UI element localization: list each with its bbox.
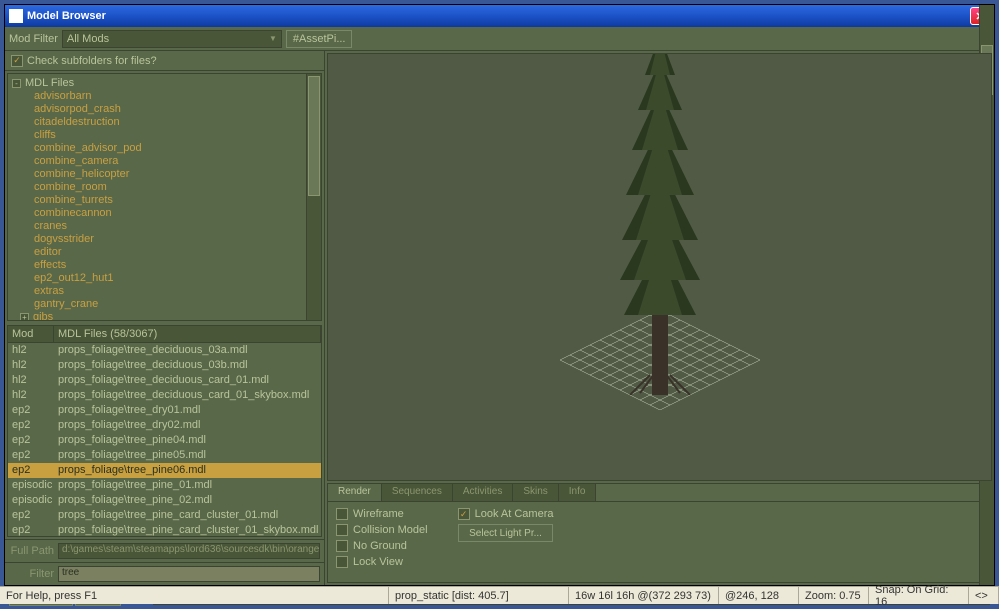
status-prop: prop_static [dist: 405.7] <box>389 587 569 604</box>
list-header-mod[interactable]: Mod <box>8 326 54 342</box>
tree-item[interactable]: citadeldestruction <box>12 116 317 129</box>
list-row[interactable]: episodicprops_foliage\tree_pine_01.mdl <box>8 478 321 493</box>
tree-item[interactable]: editor <box>12 246 317 259</box>
asset-picker-button[interactable]: #AssetPi... <box>286 30 353 48</box>
tree-item[interactable]: advisorbarn <box>12 90 317 103</box>
checkbox-icon[interactable]: ✓ <box>458 508 470 520</box>
statusbar: For Help, press F1 prop_static [dist: 40… <box>0 586 999 604</box>
list-row[interactable]: hl2props_foliage\tree_deciduous_03a.mdl <box>8 343 321 358</box>
render-option[interactable]: Lock View <box>336 556 428 568</box>
mod-filter-dropdown[interactable]: All Mods <box>62 30 282 48</box>
window-title: Model Browser <box>27 10 970 22</box>
tree-item[interactable]: advisorpod_crash <box>12 103 317 116</box>
toolbar: Mod Filter All Mods #AssetPi... <box>5 27 994 51</box>
left-panel: ✓ Check subfolders for files? - MDL File… <box>5 51 325 585</box>
tree-item[interactable]: combine_camera <box>12 155 317 168</box>
app-icon <box>9 9 23 23</box>
render-option[interactable]: No Ground <box>336 540 428 552</box>
full-path-input[interactable]: d:\games\steam\steamapps\lord636\sources… <box>58 543 320 559</box>
tab-sequences[interactable]: Sequences <box>382 484 453 501</box>
tab-info[interactable]: Info <box>559 484 597 501</box>
tree-root[interactable]: - MDL Files <box>12 76 317 90</box>
status-zoom: Zoom: 0.75 <box>799 587 869 604</box>
model-viewport[interactable] <box>327 53 992 481</box>
tree-item[interactable]: ep2_out12_hut1 <box>12 272 317 285</box>
tree-item[interactable]: combinecannon <box>12 207 317 220</box>
list-row[interactable]: ep2props_foliage\tree_pine06.mdl <box>8 463 321 478</box>
model-preview <box>590 53 730 395</box>
status-help: For Help, press F1 <box>0 587 389 604</box>
checkbox-icon[interactable] <box>336 556 348 568</box>
status-dims: 16w 16l 16h @(372 293 73) <box>569 587 719 604</box>
list-row[interactable]: hl2props_foliage\tree_deciduous_card_01_… <box>8 388 321 403</box>
checkbox-icon[interactable] <box>336 508 348 520</box>
tree-item[interactable]: combine_advisor_pod <box>12 142 317 155</box>
render-option[interactable]: ✓Look At Camera <box>458 508 554 520</box>
list-header: Mod MDL Files (58/3067) <box>8 326 321 343</box>
render-option[interactable]: Wireframe <box>336 508 428 520</box>
tree-item[interactable]: combine_turrets <box>12 194 317 207</box>
tree-item[interactable]: effects <box>12 259 317 272</box>
select-light-button[interactable]: Select Light Pr... <box>458 524 554 542</box>
status-cursor: @246, 128 <box>719 587 799 604</box>
check-subfolders-label: Check subfolders for files? <box>27 55 157 67</box>
list-row[interactable]: ep2props_foliage\tree_pine04.mdl <box>8 433 321 448</box>
filter-row: Filter tree <box>5 562 324 585</box>
list-row[interactable]: ep2props_foliage\tree_pine05.mdl <box>8 448 321 463</box>
tree-item[interactable]: cliffs <box>12 129 317 142</box>
tab-render[interactable]: Render <box>328 484 382 501</box>
tree-item[interactable]: dogvsstrider <box>12 233 317 246</box>
list-header-files[interactable]: MDL Files (58/3067) <box>54 326 321 342</box>
tree-item[interactable]: combine_room <box>12 181 317 194</box>
render-tabs: RenderSequencesActivitiesSkinsInfo <box>328 484 991 502</box>
filter-input[interactable]: tree <box>58 566 320 582</box>
list-row[interactable]: ep2props_foliage\tree_pine_card_cluster_… <box>8 523 321 537</box>
list-row[interactable]: ep2props_foliage\tree_dry01.mdl <box>8 403 321 418</box>
tree-scrollbar[interactable] <box>306 74 321 320</box>
mod-filter-label: Mod Filter <box>9 33 58 45</box>
tree-expand-icon[interactable]: + <box>20 313 29 321</box>
tab-skins[interactable]: Skins <box>513 484 558 501</box>
checkbox-icon[interactable] <box>336 524 348 536</box>
right-panel: RenderSequencesActivitiesSkinsInfo Wiref… <box>325 51 994 585</box>
tree-item[interactable]: combine_helicopter <box>12 168 317 181</box>
list-row[interactable]: hl2props_foliage\tree_deciduous_card_01.… <box>8 373 321 388</box>
tree-item[interactable]: +gibs <box>12 311 317 321</box>
tab-activities[interactable]: Activities <box>453 484 513 501</box>
full-path-row: Full Path d:\games\steam\steamapps\lord6… <box>5 539 324 562</box>
tree-item[interactable]: cranes <box>12 220 317 233</box>
folder-tree[interactable]: - MDL Files advisorbarnadvisorpod_crashc… <box>7 73 322 321</box>
tree-item[interactable]: extras <box>12 285 317 298</box>
list-row[interactable]: episodicprops_foliage\tree_pine_02.mdl <box>8 493 321 508</box>
list-row[interactable]: hl2props_foliage\tree_deciduous_03b.mdl <box>8 358 321 373</box>
render-option[interactable]: Collision Model <box>336 524 428 536</box>
check-subfolders-row: ✓ Check subfolders for files? <box>5 51 324 71</box>
list-row[interactable]: ep2props_foliage\tree_pine_card_cluster_… <box>8 508 321 523</box>
tree-collapse-icon[interactable]: - <box>12 79 21 88</box>
checkbox-icon[interactable] <box>336 540 348 552</box>
status-snap: Snap: On Grid: 16 <box>869 587 969 604</box>
model-browser-window: Model Browser ✕ Mod Filter All Mods #Ass… <box>4 4 995 586</box>
list-row[interactable]: ep2props_foliage\tree_dry02.mdl <box>8 418 321 433</box>
status-end: <> <box>969 587 999 604</box>
tree-item[interactable]: gantry_crane <box>12 298 317 311</box>
titlebar[interactable]: Model Browser ✕ <box>5 5 994 27</box>
check-subfolders-checkbox[interactable]: ✓ <box>11 55 23 67</box>
model-list[interactable]: Mod MDL Files (58/3067) hl2props_foliage… <box>7 325 322 537</box>
render-panel: RenderSequencesActivitiesSkinsInfo Wiref… <box>327 483 992 583</box>
full-path-label: Full Path <box>9 545 54 557</box>
filter-label: Filter <box>9 568 54 580</box>
